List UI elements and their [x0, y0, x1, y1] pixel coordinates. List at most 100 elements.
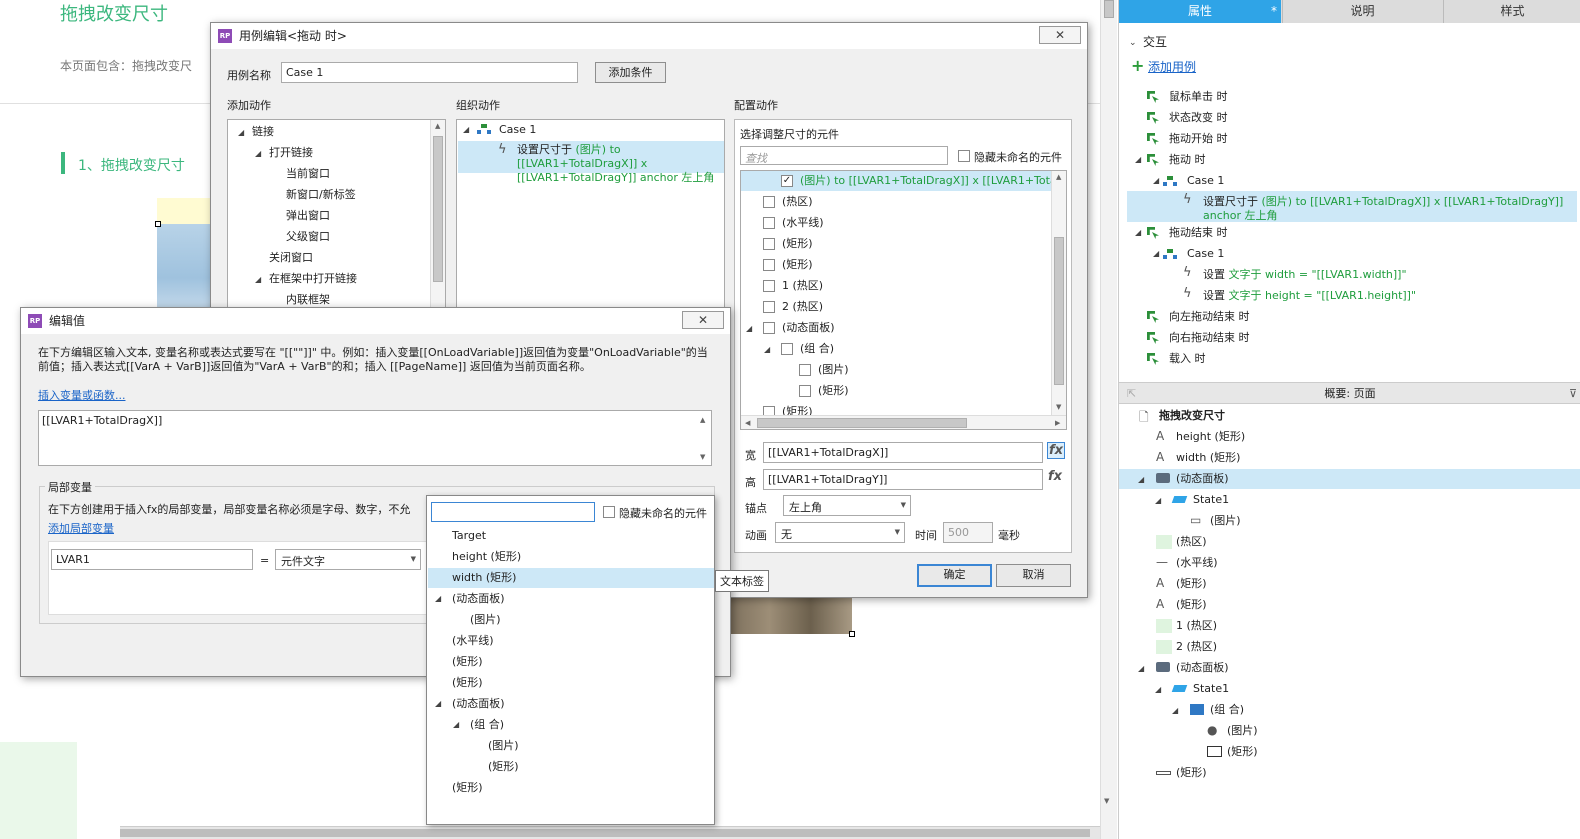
widget-list-item[interactable]: (矩形) — [818, 382, 849, 400]
expand-icon[interactable]: ◢ — [1135, 228, 1141, 237]
expand-icon[interactable]: ◢ — [255, 275, 261, 284]
event-item[interactable]: 拖动结束 时 — [1169, 224, 1228, 242]
event-item[interactable]: 向左拖动结束 时 — [1169, 308, 1250, 326]
event-item[interactable]: 拖动 时 — [1169, 151, 1206, 169]
widget-picker-item[interactable]: (水平线) — [452, 632, 494, 650]
width-input[interactable]: [[LVAR1+TotalDragX]] — [763, 442, 1043, 463]
event-item[interactable]: 向右拖动结束 时 — [1169, 329, 1250, 347]
widget-checkbox[interactable] — [763, 301, 775, 313]
time-input[interactable]: 500 — [943, 522, 993, 543]
close-button[interactable]: ✕ — [682, 311, 724, 329]
widget-checkbox[interactable] — [763, 280, 775, 292]
outline-item[interactable]: (动态面板) — [1176, 659, 1229, 677]
outline-item[interactable]: (矩形) — [1176, 596, 1207, 614]
add-condition-button[interactable]: 添加条件 — [595, 62, 666, 83]
close-button[interactable]: ✕ — [1039, 26, 1081, 44]
tab-style[interactable]: 样式 — [1443, 0, 1580, 23]
widget-checkbox[interactable] — [763, 238, 775, 250]
outline-item[interactable]: (矩形) — [1227, 743, 1258, 761]
action-tree-item[interactable]: 链接 — [252, 123, 274, 141]
widget-list-item[interactable]: (矩形) — [782, 256, 813, 274]
action-tree-item[interactable]: 关闭窗口 — [269, 249, 313, 267]
expand-icon[interactable]: ◢ — [746, 324, 752, 333]
widget-picker-item[interactable]: (图片) — [488, 737, 519, 755]
filter-icon[interactable]: ⊽ — [1569, 383, 1577, 404]
expand-icon[interactable]: ◢ — [1155, 685, 1161, 694]
case-name-input[interactable]: Case 1 — [281, 62, 578, 83]
widget-picker-item[interactable]: (组 合) — [470, 716, 504, 734]
outline-item[interactable]: height (矩形) — [1176, 428, 1245, 446]
local-variable-type-select[interactable]: 元件文字 — [275, 549, 421, 570]
event-item[interactable]: 状态改变 时 — [1169, 109, 1228, 127]
expand-icon[interactable]: ◢ — [453, 720, 459, 729]
chevron-down-icon[interactable]: ⌄ — [1129, 38, 1137, 48]
outline-item[interactable]: 拖拽改变尺寸 — [1159, 407, 1225, 425]
width-fx-button[interactable]: fx — [1047, 442, 1066, 459]
expand-icon[interactable]: ◢ — [1138, 664, 1144, 673]
widget-picker-item[interactable]: (动态面板) — [452, 695, 505, 713]
widget-picker-item[interactable]: width (矩形) — [452, 569, 516, 587]
widget-checkbox[interactable] — [763, 217, 775, 229]
expand-icon[interactable]: ◢ — [1153, 176, 1159, 185]
add-icon[interactable]: + — [1131, 56, 1144, 75]
widget-list-item[interactable]: (动态面板) — [782, 319, 835, 337]
add-local-variable-link[interactable]: 添加局部变量 — [48, 520, 114, 536]
case-node[interactable]: Case 1 — [499, 121, 536, 139]
widget-list-item[interactable]: (矩形) — [782, 235, 813, 253]
event-item[interactable]: 载入 时 — [1169, 350, 1206, 368]
action-tree-scrollbar[interactable]: ▲ — [430, 120, 445, 318]
expand-icon[interactable]: ◢ — [1155, 496, 1161, 505]
tab-notes[interactable]: 说明 — [1282, 0, 1442, 23]
ok-button[interactable]: 确定 — [917, 564, 992, 587]
outline-item[interactable]: (图片) — [1227, 722, 1258, 740]
height-input[interactable]: [[LVAR1+TotalDragY]] — [763, 469, 1043, 490]
event-item[interactable]: 鼠标单击 时 — [1169, 88, 1228, 106]
outline-item[interactable]: State1 — [1193, 680, 1229, 698]
widget-list-item[interactable]: (图片) to [[LVAR1+TotalDragX]] x [[LVAR1+T… — [800, 172, 1066, 190]
widget-list-item[interactable]: (热区) — [782, 193, 813, 211]
outline-item[interactable]: State1 — [1193, 491, 1229, 509]
resize-handle[interactable] — [155, 221, 161, 227]
action-tree-item[interactable]: 弹出窗口 — [286, 207, 330, 225]
widget-checkbox[interactable] — [781, 343, 793, 355]
action-tree-item[interactable]: 新窗口/新标签 — [286, 186, 356, 204]
outline-item[interactable]: (动态面板) — [1176, 470, 1229, 488]
widget-list-scrollbar[interactable]: ▲ ▼ — [1051, 171, 1066, 415]
action-item[interactable]: 设置 文字于 width = "[[LVAR1.width]]" — [1203, 266, 1579, 282]
animation-select[interactable]: 无 — [775, 522, 905, 543]
expand-icon[interactable]: ◢ — [764, 345, 770, 354]
widget-picker-item[interactable]: (动态面板) — [452, 590, 505, 608]
widget-list-item[interactable]: (图片) — [818, 361, 849, 379]
widget-picker-item[interactable]: (图片) — [470, 611, 501, 629]
action-item[interactable]: 设置 文字于 height = "[[LVAR1.height]]" — [1203, 287, 1579, 303]
canvas-vertical-scrollbar[interactable] — [1100, 0, 1117, 839]
case-item[interactable]: Case 1 — [1187, 245, 1224, 263]
resize-handle[interactable] — [849, 631, 855, 637]
event-item[interactable]: 拖动开始 时 — [1169, 130, 1228, 148]
canvas-scroll-thumb[interactable] — [1104, 0, 1114, 18]
action-tree-item[interactable]: 在框架中打开链接 — [269, 270, 357, 288]
widget-checkbox[interactable] — [799, 364, 811, 376]
expand-icon[interactable]: ◢ — [1135, 155, 1141, 164]
outline-item[interactable]: (矩形) — [1176, 764, 1207, 782]
action-tree-item[interactable]: 打开链接 — [269, 144, 313, 162]
add-case-link[interactable]: 添加用例 — [1148, 58, 1196, 76]
widget-list-item[interactable]: (组 合) — [800, 340, 834, 358]
expand-icon[interactable]: ◢ — [1138, 475, 1144, 484]
height-fx-button[interactable]: fx — [1048, 469, 1062, 484]
outline-item[interactable]: (图片) — [1210, 512, 1241, 530]
outline-item[interactable]: (矩形) — [1176, 575, 1207, 593]
widget-checkbox[interactable] — [763, 196, 775, 208]
widget-picker-item[interactable]: (矩形) — [452, 779, 483, 797]
widget-list-item[interactable]: (水平线) — [782, 214, 824, 232]
canvas-image-ground[interactable] — [728, 594, 852, 634]
case-item[interactable]: Case 1 — [1187, 172, 1224, 190]
anchor-select[interactable]: 左上角 — [783, 495, 911, 516]
widget-picker-item[interactable]: Target — [452, 527, 486, 545]
action-item[interactable]: 设置尺寸于 (图片) to [[LVAR1+TotalDragX]] x [[L… — [1203, 193, 1579, 223]
action-tree-item[interactable]: 当前窗口 — [286, 165, 330, 183]
widget-list-hscrollbar[interactable]: ◀ ▶ — [741, 415, 1066, 429]
insert-variable-link[interactable]: 插入变量或函数... — [38, 387, 126, 403]
widget-picker-item[interactable]: (矩形) — [488, 758, 519, 776]
widget-list-item[interactable]: 2 (热区) — [782, 298, 823, 316]
